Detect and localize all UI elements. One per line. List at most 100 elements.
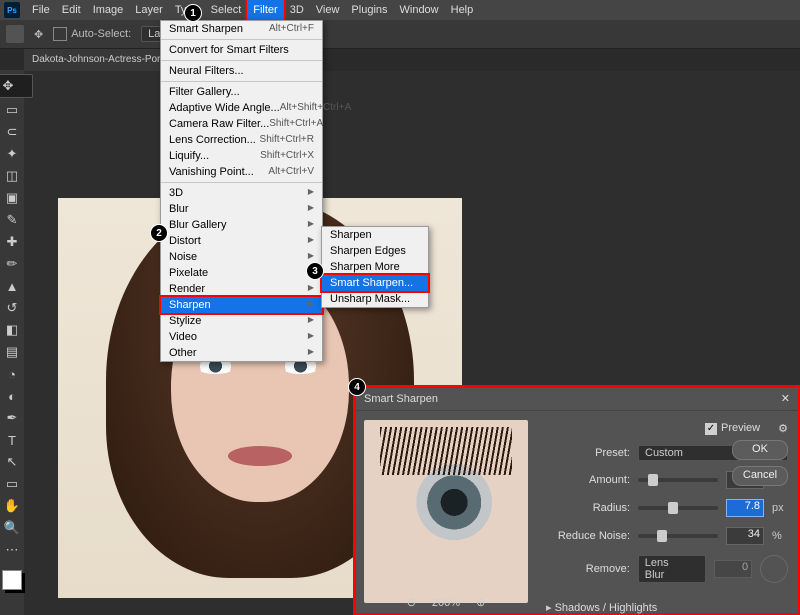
filter-sub-video[interactable]: Video [161,329,322,345]
amount-label: Amount: [546,474,630,486]
remove-dropdown[interactable]: Lens Blur [638,555,706,583]
sharpen-item-sharpen[interactable]: Sharpen [322,227,428,243]
shape-tool[interactable]: ▭ [2,474,22,494]
filter-sub-blur[interactable]: Blur [161,201,322,217]
eraser-tool[interactable]: ◧ [2,320,22,340]
menu-window[interactable]: Window [394,0,445,20]
filter-liquify[interactable]: Liquify...Shift+Ctrl+X [161,148,322,164]
filter-vanishing-point[interactable]: Vanishing Point...Alt+Ctrl+V [161,164,322,180]
filter-adaptive-wide-angle[interactable]: Adaptive Wide Angle...Alt+Shift+Ctrl+A [161,100,322,116]
marker-1: 1 [184,4,202,22]
eyedropper-tool[interactable]: ✎ [2,210,22,230]
menu-view[interactable]: View [310,0,346,20]
cancel-button[interactable]: Cancel [732,466,788,486]
menu-file[interactable]: File [26,0,56,20]
filter-sub-distort[interactable]: Distort [161,233,322,249]
marker-3: 3 [306,262,324,280]
ok-button[interactable]: OK [732,440,788,460]
hand-tool[interactable]: ✋ [2,496,22,516]
filter-sub-stylize[interactable]: Stylize [161,313,322,329]
angle-dial[interactable] [760,555,788,583]
filter-menu: Smart SharpenAlt+Ctrl+F Convert for Smar… [160,20,323,362]
zoom-tool[interactable]: 🔍 [2,518,22,538]
filter-sub-other[interactable]: Other [161,345,322,361]
sharpen-item-smart[interactable]: Smart Sharpen... [322,275,428,291]
document-tab-bar: Dakota-Johnson-Actress-Portrait-e1522...… [0,49,800,71]
sharpen-item-more[interactable]: Sharpen More [322,259,428,275]
wand-tool[interactable]: ✦ [2,144,22,164]
sharpen-item-unsharp[interactable]: Unsharp Mask... [322,291,428,307]
brush-tool[interactable]: ✏ [2,254,22,274]
menu-layer[interactable]: Layer [129,0,169,20]
noise-label: Reduce Noise: [546,530,630,542]
heal-tool[interactable]: ✚ [2,232,22,252]
crop-tool[interactable]: ◫ [2,166,22,186]
path-tool[interactable]: ↖ [2,452,22,472]
filter-neural[interactable]: Neural Filters... [161,63,322,79]
home-icon[interactable] [6,25,24,43]
filter-camera-raw[interactable]: Camera Raw Filter...Shift+Ctrl+A [161,116,322,132]
marker-2: 2 [150,224,168,242]
zoom-out-icon[interactable]: ⊖ [407,596,416,609]
options-bar: ✥ Auto-Select: Layer ⋯ [0,20,800,49]
zoom-in-icon[interactable]: ⊕ [476,596,485,609]
radius-unit: px [772,502,788,514]
filter-sub-sharpen[interactable]: Sharpen [161,297,322,313]
lasso-tool[interactable]: ⊂ [2,122,22,142]
auto-select-label: Auto-Select: [71,28,131,40]
frame-tool[interactable]: ▣ [2,188,22,208]
menu-select[interactable]: Select [205,0,248,20]
blur-tool[interactable]: ◔ [2,364,22,384]
filter-sub-blur-gallery[interactable]: Blur Gallery [161,217,322,233]
radius-value[interactable]: 7.8 [726,499,764,517]
amount-slider[interactable] [638,478,718,482]
shadows-highlights-disclosure[interactable]: Shadows / Highlights [546,601,657,614]
noise-value[interactable]: 34 [726,527,764,545]
stamp-tool[interactable]: ▲ [2,276,22,296]
menu-edit[interactable]: Edit [56,0,87,20]
filter-sub-3d[interactable]: 3D [161,185,322,201]
pen-tool[interactable]: ✒ [2,408,22,428]
menubar: Ps File Edit Image Layer Type Select Fil… [0,0,800,20]
app-logo: Ps [4,2,20,18]
filter-gallery[interactable]: Filter Gallery... [161,84,322,100]
dodge-tool[interactable]: ◐ [2,386,22,406]
more-tools[interactable]: ⋯ [2,540,22,560]
remove-label: Remove: [546,563,630,575]
preview-checkbox[interactable]: ✓ [705,423,717,435]
menu-image[interactable]: Image [87,0,130,20]
menu-plugins[interactable]: Plugins [345,0,393,20]
preview-label: Preview [721,422,760,434]
marquee-tool[interactable]: ▭ [2,100,22,120]
filter-sub-render[interactable]: Render [161,281,322,297]
menu-3d[interactable]: 3D [284,0,310,20]
zoom-value: 200% [432,597,460,609]
noise-slider[interactable] [638,534,718,538]
filter-convert-smart[interactable]: Convert for Smart Filters [161,42,322,58]
filter-sub-noise[interactable]: Noise [161,249,322,265]
filter-last[interactable]: Smart SharpenAlt+Ctrl+F [161,21,322,37]
sharpen-item-edges[interactable]: Sharpen Edges [322,243,428,259]
zoom-bar: ⊖ 200% ⊕ [364,596,528,609]
sharpen-submenu: Sharpen Sharpen Edges Sharpen More Smart… [321,226,429,308]
menu-filter[interactable]: Filter [247,0,283,20]
menu-help[interactable]: Help [445,0,480,20]
filter-lens-correction[interactable]: Lens Correction...Shift+Ctrl+R [161,132,322,148]
filter-sub-pixelate[interactable]: Pixelate [161,265,322,281]
color-swatches[interactable] [2,570,22,590]
auto-select-checkbox[interactable] [53,27,67,41]
dialog-title: Smart Sharpen [364,388,438,410]
dialog-preview[interactable] [364,420,528,603]
radius-slider[interactable] [638,506,718,510]
preset-label: Preset: [546,447,630,459]
move-tool-icon: ✥ [34,28,43,41]
move-tool[interactable]: ✥ [0,74,33,98]
history-brush-tool[interactable]: ↺ [2,298,22,318]
gradient-tool[interactable]: ▤ [2,342,22,362]
radius-label: Radius: [546,502,630,514]
close-icon[interactable]: ✕ [781,388,790,410]
gear-icon[interactable]: ⚙ [778,422,788,435]
type-tool[interactable]: T [2,430,22,450]
smart-sharpen-dialog: Smart Sharpen ✕ ⊖ 200% ⊕ ✓ Preview ⚙ Pres… [356,388,798,613]
angle-value[interactable]: 0 [714,560,752,578]
